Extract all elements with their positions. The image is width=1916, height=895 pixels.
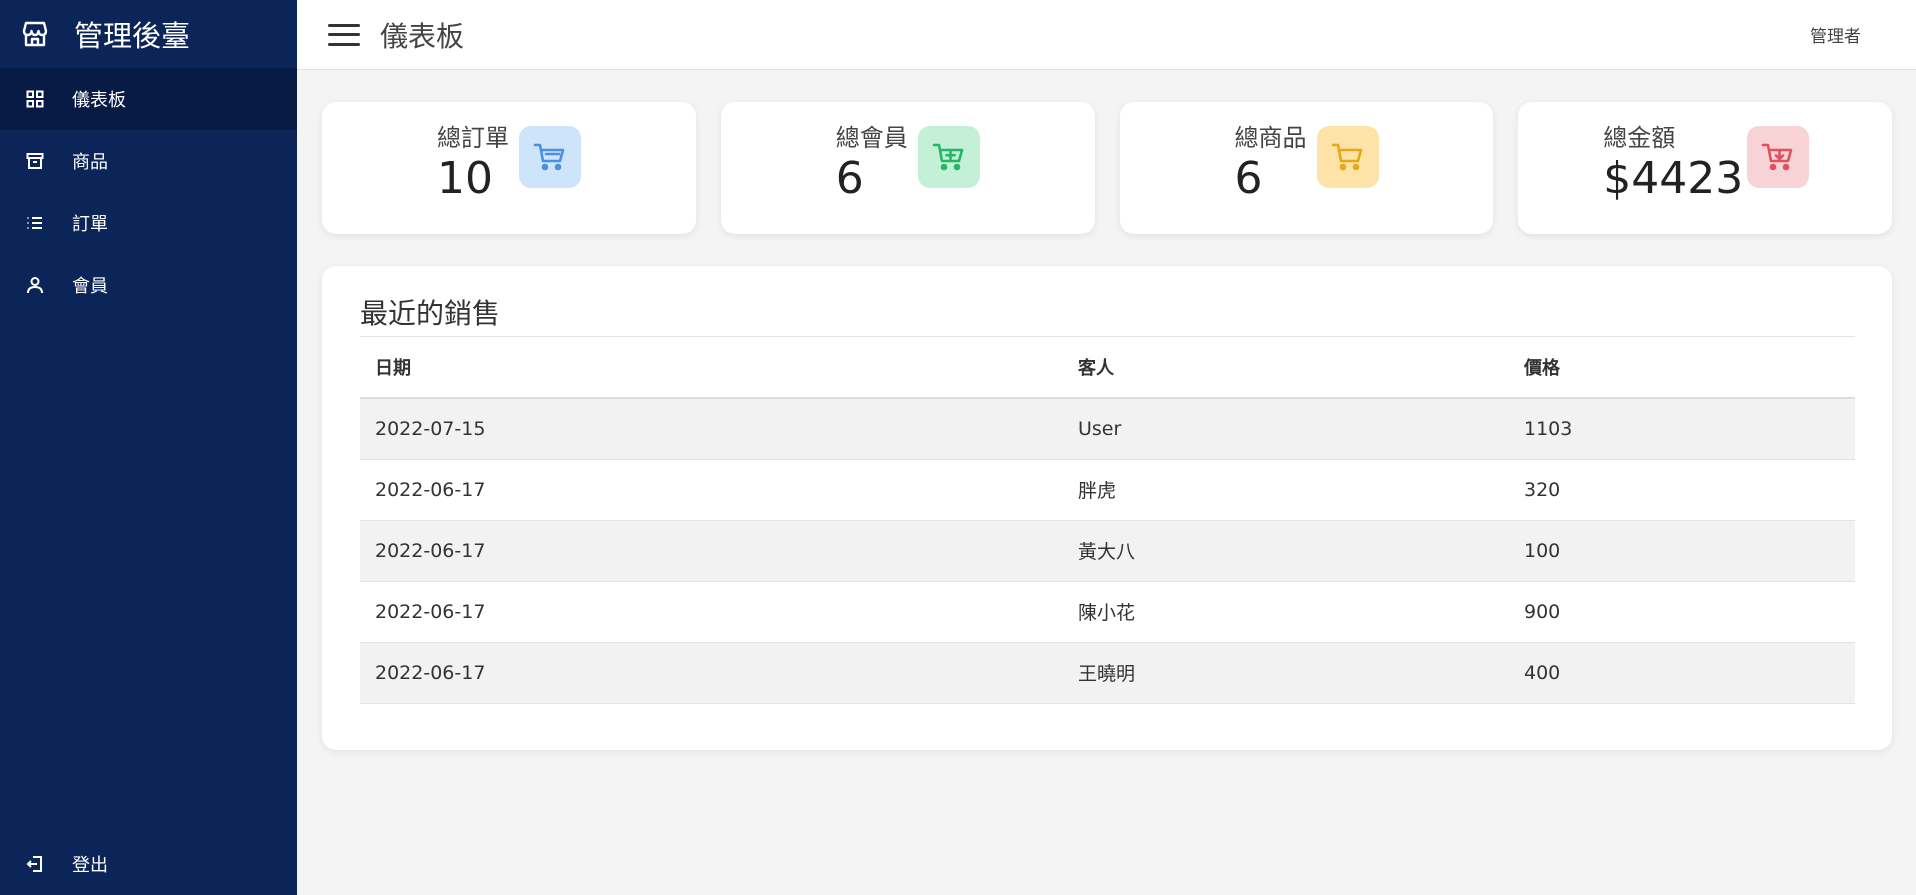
sidebar-item-label: 訂單 [72, 214, 108, 235]
stat-card-total: 總金額 $4423 [1518, 102, 1892, 234]
menu-toggle-button[interactable] [328, 22, 360, 48]
sidebar-item-orders[interactable]: 訂單 [0, 192, 297, 254]
logout-label: 登出 [72, 855, 108, 876]
stat-card-value: $4423 [1603, 153, 1744, 204]
sidebar-item-label: 商品 [72, 152, 108, 173]
stat-card-label: 總訂單 [437, 124, 509, 152]
cart-download-icon [1747, 126, 1810, 188]
stat-cards: 總訂單 10 總會員 6 總商品 6 總金額 $4423 [322, 102, 1892, 234]
page-title: 儀表板 [380, 19, 465, 53]
logout-icon [25, 854, 45, 874]
user-menu[interactable]: 管理者 [1810, 22, 1861, 47]
sidebar-item-label: 會員 [72, 276, 108, 297]
cart-plus-icon [917, 126, 980, 188]
dashboard-icon [25, 89, 45, 109]
cell-price: 320 [1509, 459, 1855, 521]
table-row[interactable]: 2022-06-17 黃大八 100 [360, 520, 1855, 582]
column-header-customer[interactable]: 客人 [1063, 336, 1509, 399]
list-icon [25, 213, 45, 233]
stat-card-label: 總金額 [1603, 124, 1676, 152]
cell-price: 400 [1509, 642, 1855, 704]
table-row[interactable]: 2022-06-17 胖虎 320 [360, 459, 1855, 521]
cell-price: 900 [1509, 581, 1855, 643]
cell-date: 2022-06-17 [360, 520, 1063, 582]
table-row[interactable]: 2022-06-17 陳小花 900 [360, 581, 1855, 643]
stat-card-label: 總商品 [1234, 124, 1307, 152]
cell-customer: 王曉明 [1063, 642, 1509, 704]
brand[interactable]: 管理後臺 [0, 0, 297, 68]
sidebar-item-products[interactable]: 商品 [0, 130, 297, 192]
cell-customer: User [1063, 398, 1509, 460]
sidebar-item-label: 儀表板 [72, 90, 126, 111]
sales-table: 日期 客人 價格 2022-07-15 User 1103 2022-06-17… [360, 336, 1855, 704]
cart-icon [1316, 126, 1379, 188]
cell-date: 2022-06-17 [360, 642, 1063, 704]
hamburger-icon [328, 23, 360, 27]
column-header-date[interactable]: 日期 [360, 336, 1063, 399]
topbar: 儀表板 管理者 [297, 0, 1916, 70]
table-row[interactable]: 2022-07-15 User 1103 [360, 398, 1855, 460]
logout-button[interactable]: 登出 [0, 833, 297, 895]
sidebar-item-dashboard[interactable]: 儀表板 [0, 68, 297, 130]
cell-price: 1103 [1509, 398, 1855, 460]
cell-price: 100 [1509, 520, 1855, 582]
stat-card-members: 總會員 6 [720, 102, 1095, 234]
stat-card-value: 6 [835, 153, 864, 204]
table-row[interactable]: 2022-06-17 王曉明 400 [360, 642, 1855, 704]
user-icon [25, 275, 45, 295]
store-icon [20, 19, 50, 49]
sidebar-item-members[interactable]: 會員 [0, 254, 297, 316]
sidebar: 管理後臺 儀表板 商品 訂單 會員 登出 [0, 0, 297, 895]
table-header-row: 日期 客人 價格 [360, 336, 1855, 399]
cell-customer: 胖虎 [1063, 459, 1509, 521]
stat-card-orders: 總訂單 10 [322, 102, 696, 234]
recent-sales-panel: 最近的銷售 日期 客人 價格 2022-07-15 User 1103 2022… [322, 266, 1892, 750]
stat-card-value: 6 [1234, 153, 1263, 204]
stat-card-products: 總商品 6 [1119, 102, 1494, 234]
stat-card-value: 10 [437, 153, 493, 204]
cell-date: 2022-07-15 [360, 398, 1063, 460]
stat-card-label: 總會員 [835, 124, 908, 152]
brand-title: 管理後臺 [74, 19, 191, 53]
cell-customer: 黃大八 [1063, 520, 1509, 582]
archive-icon [25, 151, 45, 171]
cell-date: 2022-06-17 [360, 581, 1063, 643]
column-header-price[interactable]: 價格 [1509, 336, 1855, 399]
cell-customer: 陳小花 [1063, 581, 1509, 643]
cell-date: 2022-06-17 [360, 459, 1063, 521]
cart-icon [519, 126, 581, 188]
panel-title: 最近的銷售 [360, 297, 501, 330]
